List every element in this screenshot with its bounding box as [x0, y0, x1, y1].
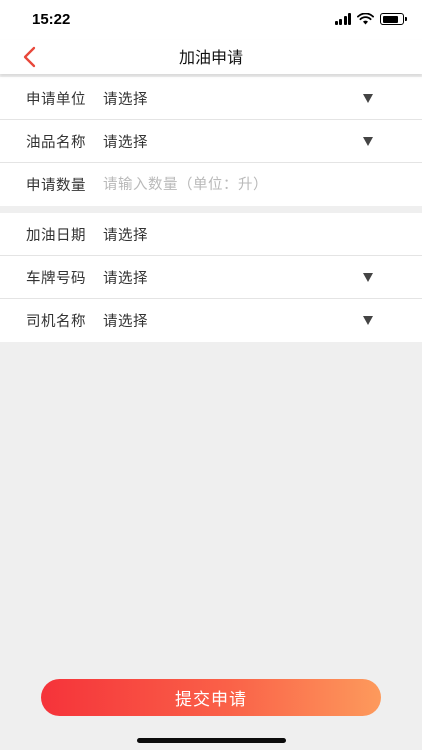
status-bar: 15:22	[0, 0, 422, 40]
apply-unit-select[interactable]: 请选择	[103, 88, 148, 109]
refuel-date-label: 加油日期	[26, 227, 86, 244]
row-refuel-date[interactable]: 加油日期 请选择	[0, 213, 422, 256]
caret-down-icon	[363, 272, 373, 282]
quantity-label: 申请数量	[26, 178, 86, 194]
cellular-signal-icon	[334, 13, 351, 25]
apply-unit-label: 申请单位	[26, 91, 86, 108]
row-plate-number[interactable]: 车牌号码 请选择	[0, 256, 422, 299]
plate-number-label: 车牌号码	[26, 270, 86, 287]
home-indicator	[137, 738, 286, 743]
row-oil-name[interactable]: 油品名称 请选择	[0, 120, 422, 163]
battery-icon	[380, 13, 407, 25]
oil-name-select[interactable]: 请选择	[103, 131, 148, 152]
status-icons	[334, 13, 407, 25]
driver-name-select[interactable]: 请选择	[103, 310, 148, 331]
plate-number-select[interactable]: 请选择	[103, 267, 148, 288]
oil-name-label: 油品名称	[26, 134, 86, 151]
status-time: 15:22	[32, 11, 71, 28]
form-section-1: 申请单位 请选择 油品名称 请选择 申请数量	[0, 77, 422, 206]
row-driver-name[interactable]: 司机名称 请选择	[0, 299, 422, 342]
caret-down-icon	[363, 93, 373, 103]
row-quantity: 申请数量	[0, 163, 422, 206]
form-section-2: 加油日期 请选择 车牌号码 请选择 司机名称 请选择	[0, 213, 422, 342]
refuel-date-select[interactable]: 请选择	[103, 224, 148, 245]
submit-button[interactable]: 提交申请	[41, 679, 381, 716]
page-title: 加油申请	[178, 48, 243, 67]
caret-down-icon	[363, 136, 373, 146]
nav-bar: 加油申请	[0, 40, 422, 74]
wifi-icon	[357, 13, 374, 25]
quantity-input[interactable]	[103, 169, 383, 200]
driver-name-label: 司机名称	[26, 314, 86, 330]
caret-down-icon	[363, 316, 373, 325]
row-apply-unit[interactable]: 申请单位 请选择	[0, 77, 422, 120]
